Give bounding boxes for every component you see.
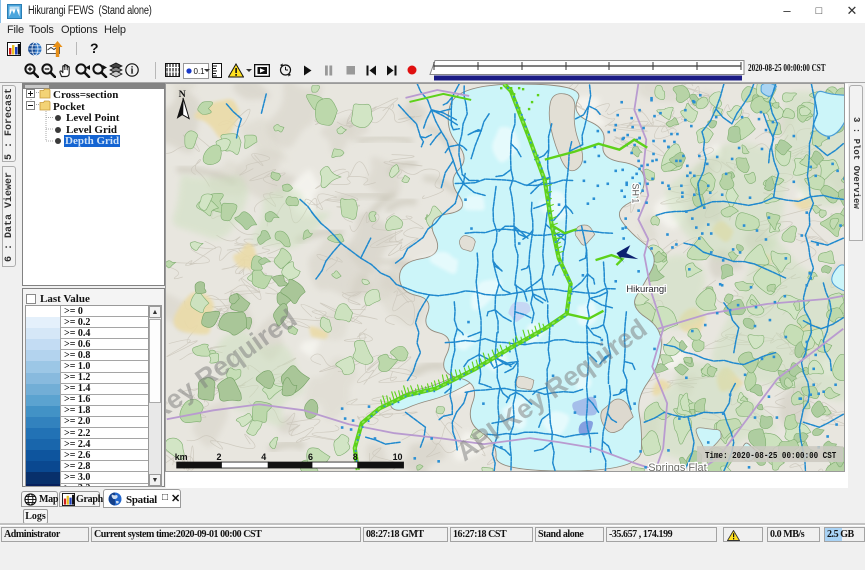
svg-text:10: 10 bbox=[393, 452, 403, 462]
svg-text:SH 1: SH 1 bbox=[630, 183, 640, 203]
svg-text:Hikurangi: Hikurangi bbox=[626, 284, 666, 295]
svg-text:8: 8 bbox=[353, 452, 358, 462]
svg-text:km: km bbox=[175, 452, 188, 462]
svg-text:i: i bbox=[131, 66, 134, 77]
svg-text:6: 6 bbox=[308, 452, 313, 462]
svg-text:Time: 2020-08-25 00:00:00 CST: Time: 2020-08-25 00:00:00 CST bbox=[705, 450, 837, 461]
svg-text:2: 2 bbox=[216, 452, 221, 462]
svg-text:Springs Flat: Springs Flat bbox=[648, 462, 706, 472]
svg-text:4: 4 bbox=[261, 452, 266, 462]
